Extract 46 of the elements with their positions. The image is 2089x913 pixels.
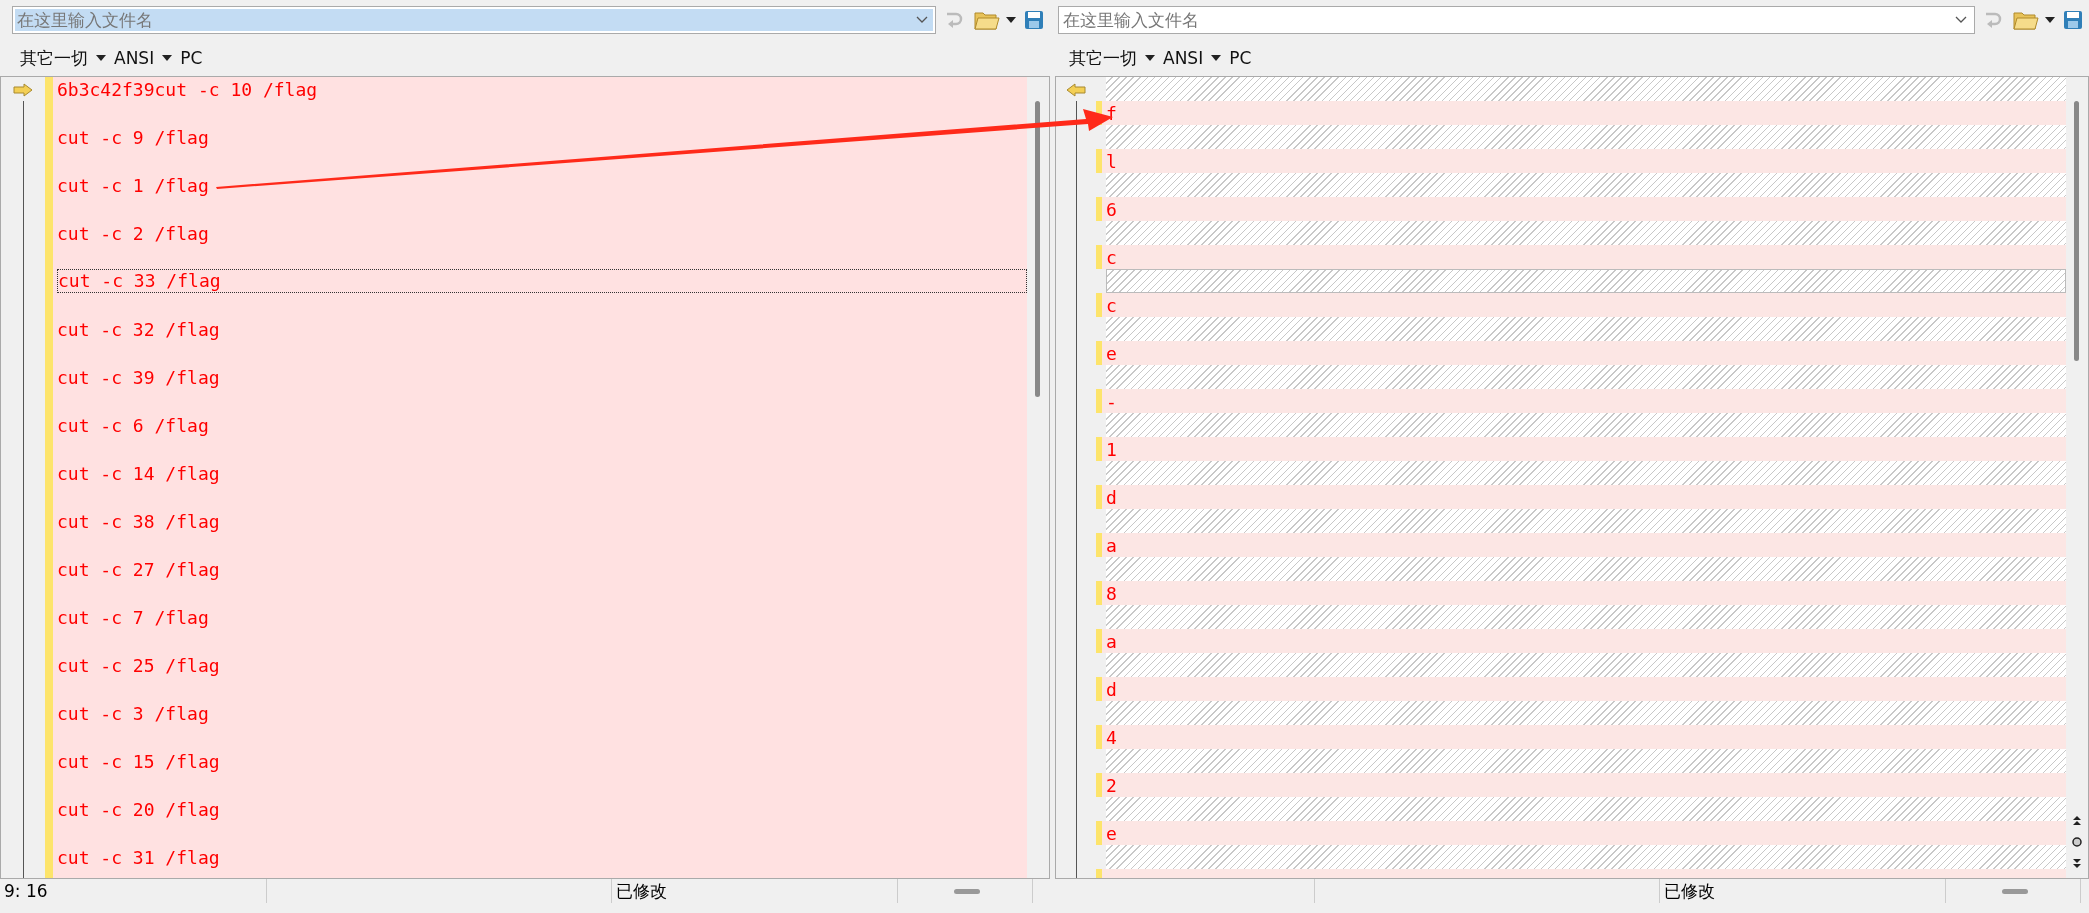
scrollbar-thumb[interactable]: [1035, 101, 1040, 397]
arrow-left-icon[interactable]: [1066, 83, 1086, 97]
save-icon[interactable]: [1024, 10, 1044, 30]
caret-down-icon[interactable]: [1145, 55, 1155, 61]
chevron-down-icon[interactable]: [1955, 16, 1967, 24]
modified-status: 已修改: [1664, 879, 1715, 903]
jump-down-icon[interactable]: [2073, 859, 2081, 868]
caret-down-icon[interactable]: [162, 55, 173, 61]
code-line: cut -c 32 /flag: [57, 318, 220, 340]
scrollbar-thumb[interactable]: [2074, 101, 2079, 361]
minus-icon: [2002, 888, 2028, 894]
code-line: cut -c 7 /flag: [57, 606, 209, 628]
line-ending-label[interactable]: PC: [180, 48, 203, 68]
code-line: cut -c 15 /flag: [57, 750, 220, 772]
code-line: cut -c 20 /flag: [57, 798, 220, 820]
code-line: cut -c 38 /flag: [57, 510, 220, 532]
save-icon[interactable]: [2063, 10, 2083, 30]
caret-down-icon[interactable]: [96, 55, 106, 61]
charset-dropdown[interactable]: 其它一切: [20, 46, 88, 70]
caret-down-icon[interactable]: [1006, 17, 1016, 23]
code-line: cut -c 27 /flag: [57, 558, 220, 580]
modified-status: 已修改: [616, 879, 667, 903]
code-line: cut -c 39 /flag: [57, 366, 220, 388]
code-line: 6b3c42f39cut -c 10 /flag: [57, 78, 318, 100]
cursor-position: 9: 16: [4, 881, 48, 901]
code-page-dropdown[interactable]: ANSI: [114, 48, 155, 68]
arrow-right-icon[interactable]: [13, 83, 33, 97]
caret-down-icon[interactable]: [2045, 17, 2055, 23]
line-ending-label[interactable]: PC: [1229, 48, 1252, 68]
code-line: cut -c 2 /flag: [57, 222, 209, 244]
code-page-dropdown[interactable]: ANSI: [1163, 48, 1204, 68]
code-line: cut -c 14 /flag: [57, 462, 220, 484]
jump-up-icon[interactable]: [2073, 816, 2081, 825]
code-line: cut -c 9 /flag: [57, 126, 209, 148]
minus-icon: [954, 888, 980, 894]
code-line: cut -c 31 /flag: [57, 846, 220, 868]
circle-icon[interactable]: [2072, 837, 2082, 847]
code-line: cut -c 3 /flag: [57, 702, 209, 724]
code-line: cut -c 1 /flag: [57, 174, 209, 196]
file-name-field[interactable]: 在这里输入文件名: [1058, 6, 1975, 34]
code-line: cut -c 6 /flag: [57, 414, 209, 436]
charset-dropdown[interactable]: 其它一切: [1069, 46, 1137, 70]
code-line: cut -c 25 /flag: [57, 654, 220, 676]
chevron-down-icon[interactable]: [916, 16, 928, 24]
caret-down-icon[interactable]: [1211, 55, 1222, 61]
file-name-field[interactable]: 在这里输入文件名: [12, 6, 936, 34]
